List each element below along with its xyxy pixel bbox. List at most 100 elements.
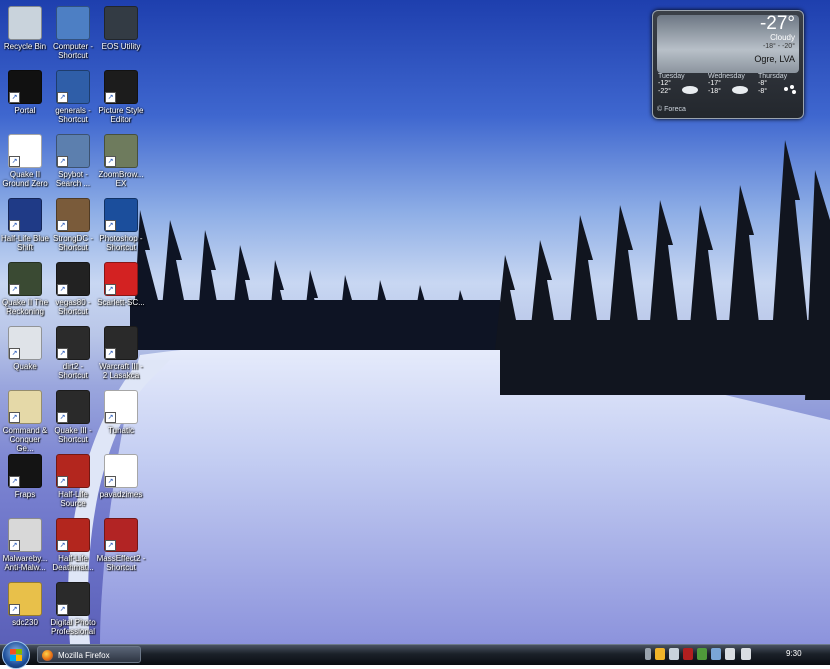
desktop-icon[interactable]: ↗ Quake III - Shortcut xyxy=(48,390,98,444)
desktop-icon-label: Half-Life Blue Shift xyxy=(0,234,50,252)
desktop-icon[interactable]: Computer - Shortcut xyxy=(48,6,98,60)
shortcut-arrow-icon: ↗ xyxy=(57,284,68,295)
excel-icon: ↗ xyxy=(104,454,138,488)
quake-icon: ↗ xyxy=(8,262,42,296)
desktop-icon[interactable]: ↗ MassEffect2 - Shortcut xyxy=(96,518,146,572)
document-icon: ↗ xyxy=(8,134,42,168)
desktop-icon-label: Spybot - Search ... xyxy=(55,170,91,188)
desktop-icon[interactable]: ↗ Digital Photo Professional xyxy=(48,582,98,636)
desktop-icon-label: Photoshop - Shortcut xyxy=(99,234,143,252)
desktop-icon[interactable]: ↗ Half-Life Deathmat... xyxy=(48,518,98,572)
malwarebytes-icon: ↗ xyxy=(8,518,42,552)
desktop-icon-label: Portal xyxy=(14,106,36,115)
desktop-icon[interactable]: ↗ Malwareby... Anti-Malw... xyxy=(0,518,50,572)
shortcut-arrow-icon: ↗ xyxy=(57,476,68,487)
shortcut-arrow-icon: ↗ xyxy=(105,476,116,487)
desktop-icon[interactable]: Recycle Bin xyxy=(0,6,50,51)
desktop-icon[interactable]: ↗ StrongDC - Shortcut xyxy=(48,198,98,252)
desktop-icon[interactable]: ↗ Warcraft III - 2 Lasakca xyxy=(96,326,146,380)
tray-app-icon[interactable] xyxy=(697,648,707,660)
desktop-icon[interactable]: ↗ pavadzimes xyxy=(96,454,146,499)
cloud-icon xyxy=(682,86,698,94)
desktop-icon-label: Recycle Bin xyxy=(3,42,47,51)
desktop-icon[interactable]: ↗ Half-Life Source xyxy=(48,454,98,508)
taskbar: Mozilla Firefox 9:30 xyxy=(0,641,830,669)
desktop-icon-label: sdc230 xyxy=(12,618,38,627)
folder-icon: ↗ xyxy=(8,582,42,616)
desktop-icon[interactable]: ↗ Spybot - Search ... xyxy=(48,134,98,188)
shortcut-arrow-icon: ↗ xyxy=(9,348,20,359)
desktop-icon[interactable]: ↗ Photoshop - Shortcut xyxy=(96,198,146,252)
shortcut-arrow-icon: ↗ xyxy=(57,604,68,615)
desktop-icon[interactable]: ↗ Tunatic xyxy=(96,390,146,435)
weather-gadget[interactable]: -27° Cloudy -18° - -20° Ogre, LVA Tuesda… xyxy=(652,10,804,119)
half-life-icon: ↗ xyxy=(56,518,90,552)
shortcut-arrow-icon: ↗ xyxy=(9,412,20,423)
spybot-icon: ↗ xyxy=(56,134,90,168)
tray-app-icon[interactable] xyxy=(669,648,679,660)
tray-app-icon[interactable] xyxy=(655,648,665,660)
desktop-icon-label: Quake III - Shortcut xyxy=(54,426,92,444)
zoombrowser-icon: ↗ xyxy=(104,134,138,168)
shortcut-arrow-icon: ↗ xyxy=(105,412,116,423)
taskbar-button-firefox[interactable]: Mozilla Firefox xyxy=(37,646,141,663)
shortcut-arrow-icon: ↗ xyxy=(9,540,20,551)
music-note-icon: ↗ xyxy=(104,390,138,424)
volume-icon[interactable] xyxy=(741,648,751,660)
quake-iii-icon: ↗ xyxy=(56,390,90,424)
desktop-icon[interactable]: ↗ Half-Life Blue Shift xyxy=(0,198,50,252)
taskbar-clock[interactable]: 9:30 xyxy=(786,649,802,658)
network-icon[interactable] xyxy=(725,648,735,660)
desktop-icon[interactable]: ↗ Quake II Ground Zero xyxy=(0,134,50,188)
tray-app-icon[interactable] xyxy=(711,648,721,660)
shortcut-arrow-icon: ↗ xyxy=(9,156,20,167)
current-condition: Cloudy xyxy=(770,33,795,42)
strongdc-icon: ↗ xyxy=(56,198,90,232)
vegas-icon: ↗ xyxy=(56,262,90,296)
desktop-icon[interactable]: ↗ ZoomBrow... EX xyxy=(96,134,146,188)
desktop-icon[interactable]: ↗ Portal xyxy=(0,70,50,115)
forecast-day: Tuesday -12° -22° xyxy=(655,73,703,96)
shortcut-arrow-icon: ↗ xyxy=(57,348,68,359)
computer-icon xyxy=(56,6,90,40)
shortcut-arrow-icon: ↗ xyxy=(105,220,116,231)
desktop-icon[interactable]: ↗ Picture Style Editor xyxy=(96,70,146,124)
desktop-icon-label: Warcraft III - 2 Lasakca xyxy=(99,362,143,380)
desktop-icon[interactable]: ↗ Scarlett-SC... xyxy=(96,262,146,307)
desktop-icon-label: Tunatic xyxy=(108,426,134,435)
desktop-icon-label: Half-Life Source xyxy=(58,490,88,508)
command-conquer-icon: ↗ xyxy=(8,390,42,424)
desktop-icon[interactable]: ↗ Command & Conquer Ge... xyxy=(0,390,50,453)
desktop-icon[interactable]: ↗ Quake II The Reckoning xyxy=(0,262,50,316)
shortcut-arrow-icon: ↗ xyxy=(105,348,116,359)
half-life-icon: ↗ xyxy=(8,198,42,232)
shortcut-arrow-icon: ↗ xyxy=(105,92,116,103)
desktop-icon[interactable]: ↗ generals - Shortcut xyxy=(48,70,98,124)
picture-style-editor-icon: ↗ xyxy=(104,70,138,104)
current-hilo: -18° - -20° xyxy=(762,43,795,50)
task-label: Mozilla Firefox xyxy=(58,651,110,660)
half-life-icon: ↗ xyxy=(56,454,90,488)
recycle-bin-icon xyxy=(8,6,42,40)
desktop-icon-label: Malwareby... Anti-Malw... xyxy=(2,554,48,572)
desktop-icon[interactable]: ↗ Fraps xyxy=(0,454,50,499)
desktop-icon-label: Digital Photo Professional xyxy=(50,618,96,636)
desktop-icon[interactable]: EOS Utility xyxy=(96,6,146,51)
desktop-icon-label: pavadzimes xyxy=(99,490,143,499)
fraps-icon: ↗ xyxy=(8,454,42,488)
language-flag-icon[interactable] xyxy=(683,648,693,660)
desktop-icon[interactable]: ↗ dirt2 - Shortcut xyxy=(48,326,98,380)
current-temperature: -27° xyxy=(759,13,795,34)
tray-expand-icon[interactable] xyxy=(645,648,651,660)
desktop-icon-label: dirt2 - Shortcut xyxy=(58,362,88,380)
desktop-icon[interactable]: ↗ sdc230 xyxy=(0,582,50,627)
desktop-icon-label: Scarlett-SC... xyxy=(97,298,145,307)
start-button[interactable] xyxy=(2,641,30,669)
weather-city: Ogre, LVA xyxy=(754,54,795,64)
desktop-icon[interactable]: ↗ vegas80 - Shortcut xyxy=(48,262,98,316)
shortcut-arrow-icon: ↗ xyxy=(57,156,68,167)
desktop-icon[interactable]: ↗ Quake xyxy=(0,326,50,371)
snow-icon xyxy=(784,85,796,94)
generals-icon: ↗ xyxy=(56,70,90,104)
shortcut-arrow-icon: ↗ xyxy=(9,476,20,487)
